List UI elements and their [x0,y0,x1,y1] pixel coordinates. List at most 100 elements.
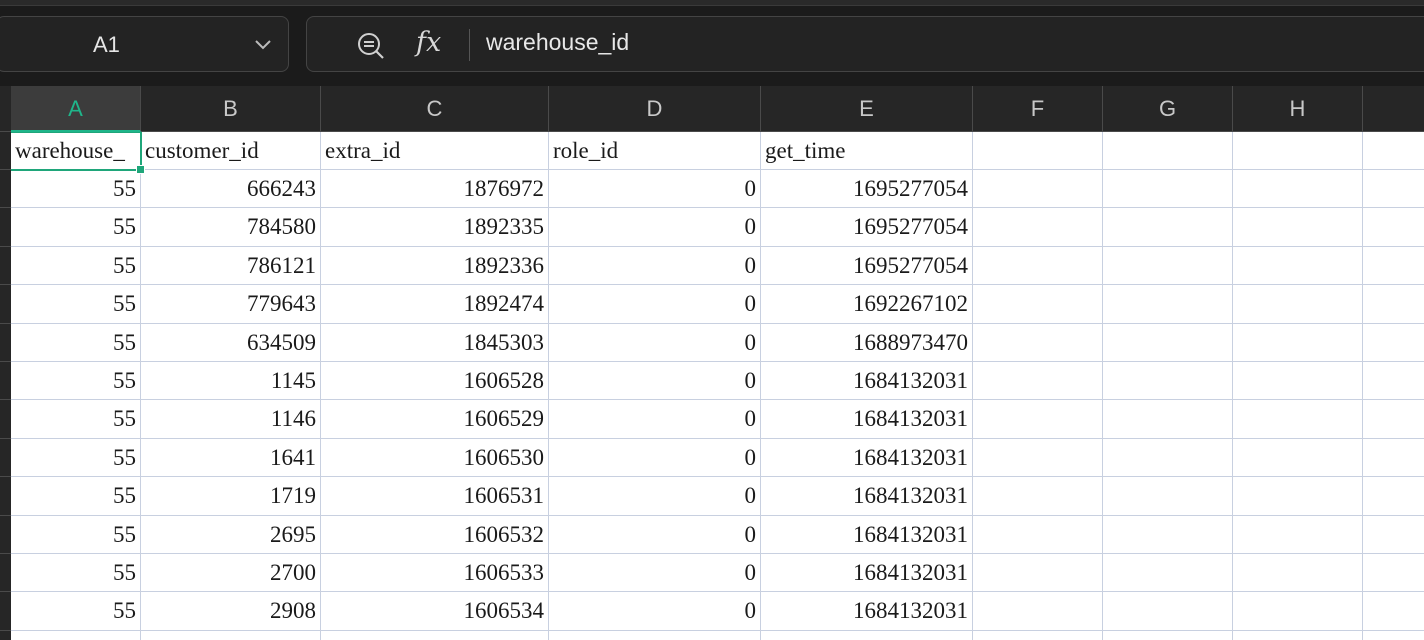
data-cell[interactable] [973,515,1103,554]
data-cell[interactable]: 55 [11,438,141,478]
data-cell[interactable]: 55 [11,362,141,401]
data-cell[interactable] [1103,630,1233,640]
data-cell[interactable] [1103,208,1233,247]
data-cell[interactable]: 1146 [141,400,321,439]
name-box[interactable]: A1 [0,16,289,72]
column-header-a[interactable]: A [11,86,141,132]
data-cell[interactable]: 1845303 [321,323,549,362]
data-cell[interactable]: 1876972 [321,170,549,209]
data-cell[interactable] [1363,362,1424,401]
data-cell[interactable] [973,592,1103,631]
data-cell[interactable]: 1684132031 [761,554,973,593]
data-cell[interactable] [973,477,1103,516]
data-cell[interactable]: 0 [549,554,761,593]
data-cell[interactable] [973,323,1103,362]
data-cell[interactable] [1233,630,1363,640]
header-cell[interactable]: customer_id [141,132,321,170]
data-cell[interactable] [1233,362,1363,401]
data-cell[interactable] [1233,438,1363,478]
data-cell[interactable]: 55 [11,246,141,286]
data-cell[interactable]: 1695277054 [761,170,973,209]
data-cell[interactable]: 1684132031 [761,438,973,478]
data-cell[interactable] [1363,631,1424,640]
row-header[interactable] [0,323,11,362]
data-cell[interactable]: 634509 [141,323,321,362]
data-cell[interactable]: 2695 [141,515,321,554]
row-header[interactable] [0,400,11,439]
data-cell[interactable]: 1684132031 [761,515,973,554]
data-cell[interactable]: 1684132031 [761,630,973,640]
data-cell[interactable] [973,285,1103,324]
data-cell[interactable]: 0 [549,592,761,631]
column-header-b[interactable]: B [141,86,321,132]
data-cell[interactable]: 0 [549,515,761,554]
data-cell[interactable]: 55 [11,630,141,640]
data-cell[interactable]: 55 [11,477,141,516]
row-header[interactable] [0,592,11,631]
data-cell[interactable] [1363,247,1424,286]
data-cell[interactable] [1103,477,1233,516]
data-cell[interactable] [973,362,1103,401]
data-cell[interactable] [1103,285,1233,324]
data-cell[interactable]: 2700 [141,554,321,593]
column-header-f[interactable]: F [973,86,1103,132]
data-cell[interactable]: 1606531 [321,477,549,516]
data-cell[interactable] [1363,285,1424,324]
data-cell[interactable] [1103,515,1233,554]
header-cell[interactable]: role_id [549,132,761,170]
data-cell[interactable] [1103,362,1233,401]
zoom-out-icon[interactable] [355,30,387,62]
row-header[interactable] [0,246,11,286]
data-cell[interactable] [1103,246,1233,286]
data-cell[interactable] [1233,285,1363,324]
data-cell[interactable]: 779643 [141,285,321,324]
chevron-down-icon[interactable] [253,37,273,51]
column-header-h[interactable]: H [1233,86,1363,132]
data-cell[interactable]: 1892474 [321,285,549,324]
data-cell[interactable] [1103,554,1233,593]
data-cell[interactable]: 0 [549,362,761,401]
data-cell[interactable] [1363,400,1424,439]
data-cell[interactable]: 1684132031 [761,477,973,516]
fill-handle[interactable] [136,165,145,174]
row-header[interactable] [0,515,11,554]
header-cell[interactable]: warehouse_ [11,132,141,170]
data-cell[interactable]: 2908 [141,592,321,631]
column-header-d[interactable]: D [549,86,761,132]
data-cell[interactable]: 1684132031 [761,362,973,401]
data-cell[interactable]: 55 [11,323,141,362]
data-cell[interactable] [1363,592,1424,631]
data-cell[interactable]: 784580 [141,208,321,247]
data-cell[interactable] [1103,323,1233,362]
data-cell[interactable]: 1606533 [321,554,549,593]
data-cell[interactable]: 1892336 [321,246,549,286]
row-header[interactable] [0,208,11,247]
data-cell[interactable] [973,630,1103,640]
data-cell[interactable]: 0 [549,400,761,439]
data-cell[interactable]: 1606535 [321,630,549,640]
row-header[interactable] [0,477,11,516]
cell-area[interactable]: warehouse_ customer_id extra_id role_id get_… [11,132,1424,640]
data-cell[interactable] [1363,208,1424,247]
data-cell[interactable] [1363,439,1424,478]
data-cell[interactable] [1233,400,1363,439]
data-cell[interactable]: 55 [11,515,141,554]
data-cell[interactable]: 1145 [141,362,321,401]
data-cell[interactable]: 1641 [141,438,321,478]
data-cell[interactable]: 3425 [141,630,321,640]
data-cell[interactable] [1233,554,1363,593]
data-cell[interactable]: 55 [11,554,141,593]
data-cell[interactable] [1233,208,1363,247]
data-cell[interactable]: 1719 [141,477,321,516]
data-cell[interactable]: 0 [549,438,761,478]
data-cell[interactable]: 1688973470 [761,323,973,362]
data-cell[interactable]: 55 [11,592,141,631]
data-cell[interactable]: 666243 [141,170,321,209]
data-cell[interactable] [1233,592,1363,631]
select-all-corner[interactable] [0,86,11,132]
header-cell[interactable] [1103,132,1233,170]
data-cell[interactable] [1363,170,1424,209]
data-cell[interactable] [1103,438,1233,478]
data-cell[interactable]: 55 [11,208,141,247]
data-cell[interactable] [973,400,1103,439]
